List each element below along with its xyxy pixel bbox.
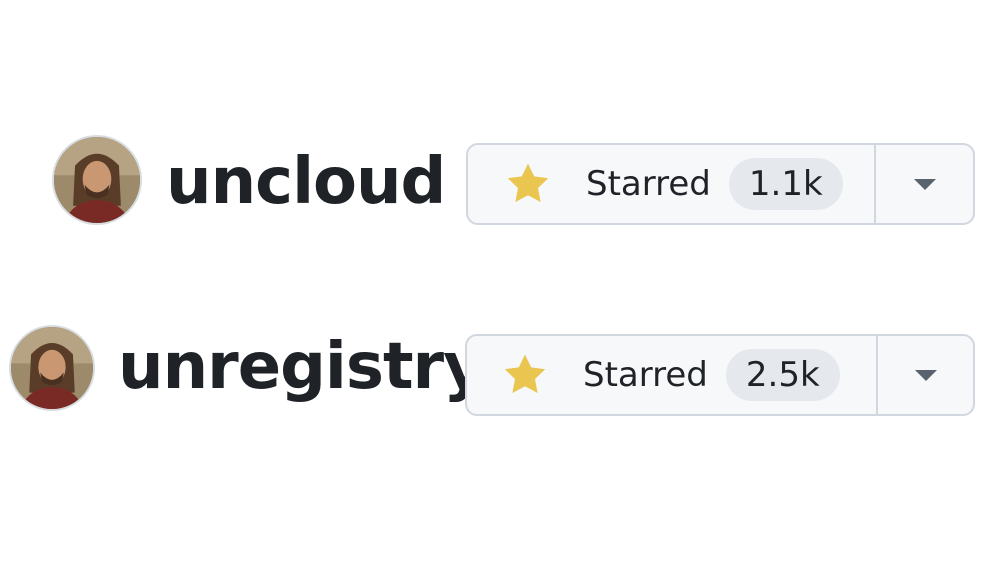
owner-avatar[interactable] [52,135,142,225]
owner-avatar[interactable] [9,325,95,411]
unstar-button[interactable]: Starred 1.1k [468,145,876,223]
unstar-button[interactable]: Starred 2.5k [467,336,878,414]
star-button-group: Starred 1.1k [466,143,975,225]
repo-name[interactable]: uncloud [166,150,446,214]
star-filled-icon [507,163,549,202]
triangle-down-icon [914,370,937,381]
star-count-badge: 1.1k [728,158,843,210]
repo-name[interactable]: unregistry [118,335,485,399]
star-button-group: Starred 2.5k [465,334,975,416]
triangle-down-icon [913,179,936,190]
star-count-badge: 2.5k [725,349,840,401]
avatar-image [11,327,93,409]
repo-row-unregistry: unregistry Starred 2.5k [0,325,1000,417]
avatar-image [54,137,140,223]
star-label: Starred [586,164,711,204]
repo-row-uncloud: uncloud Starred 1.1k [0,134,1000,226]
star-label: Starred [583,355,708,395]
star-filled-icon [504,354,546,393]
star-lists-dropdown-button[interactable] [876,145,973,223]
star-lists-dropdown-button[interactable] [878,336,973,414]
